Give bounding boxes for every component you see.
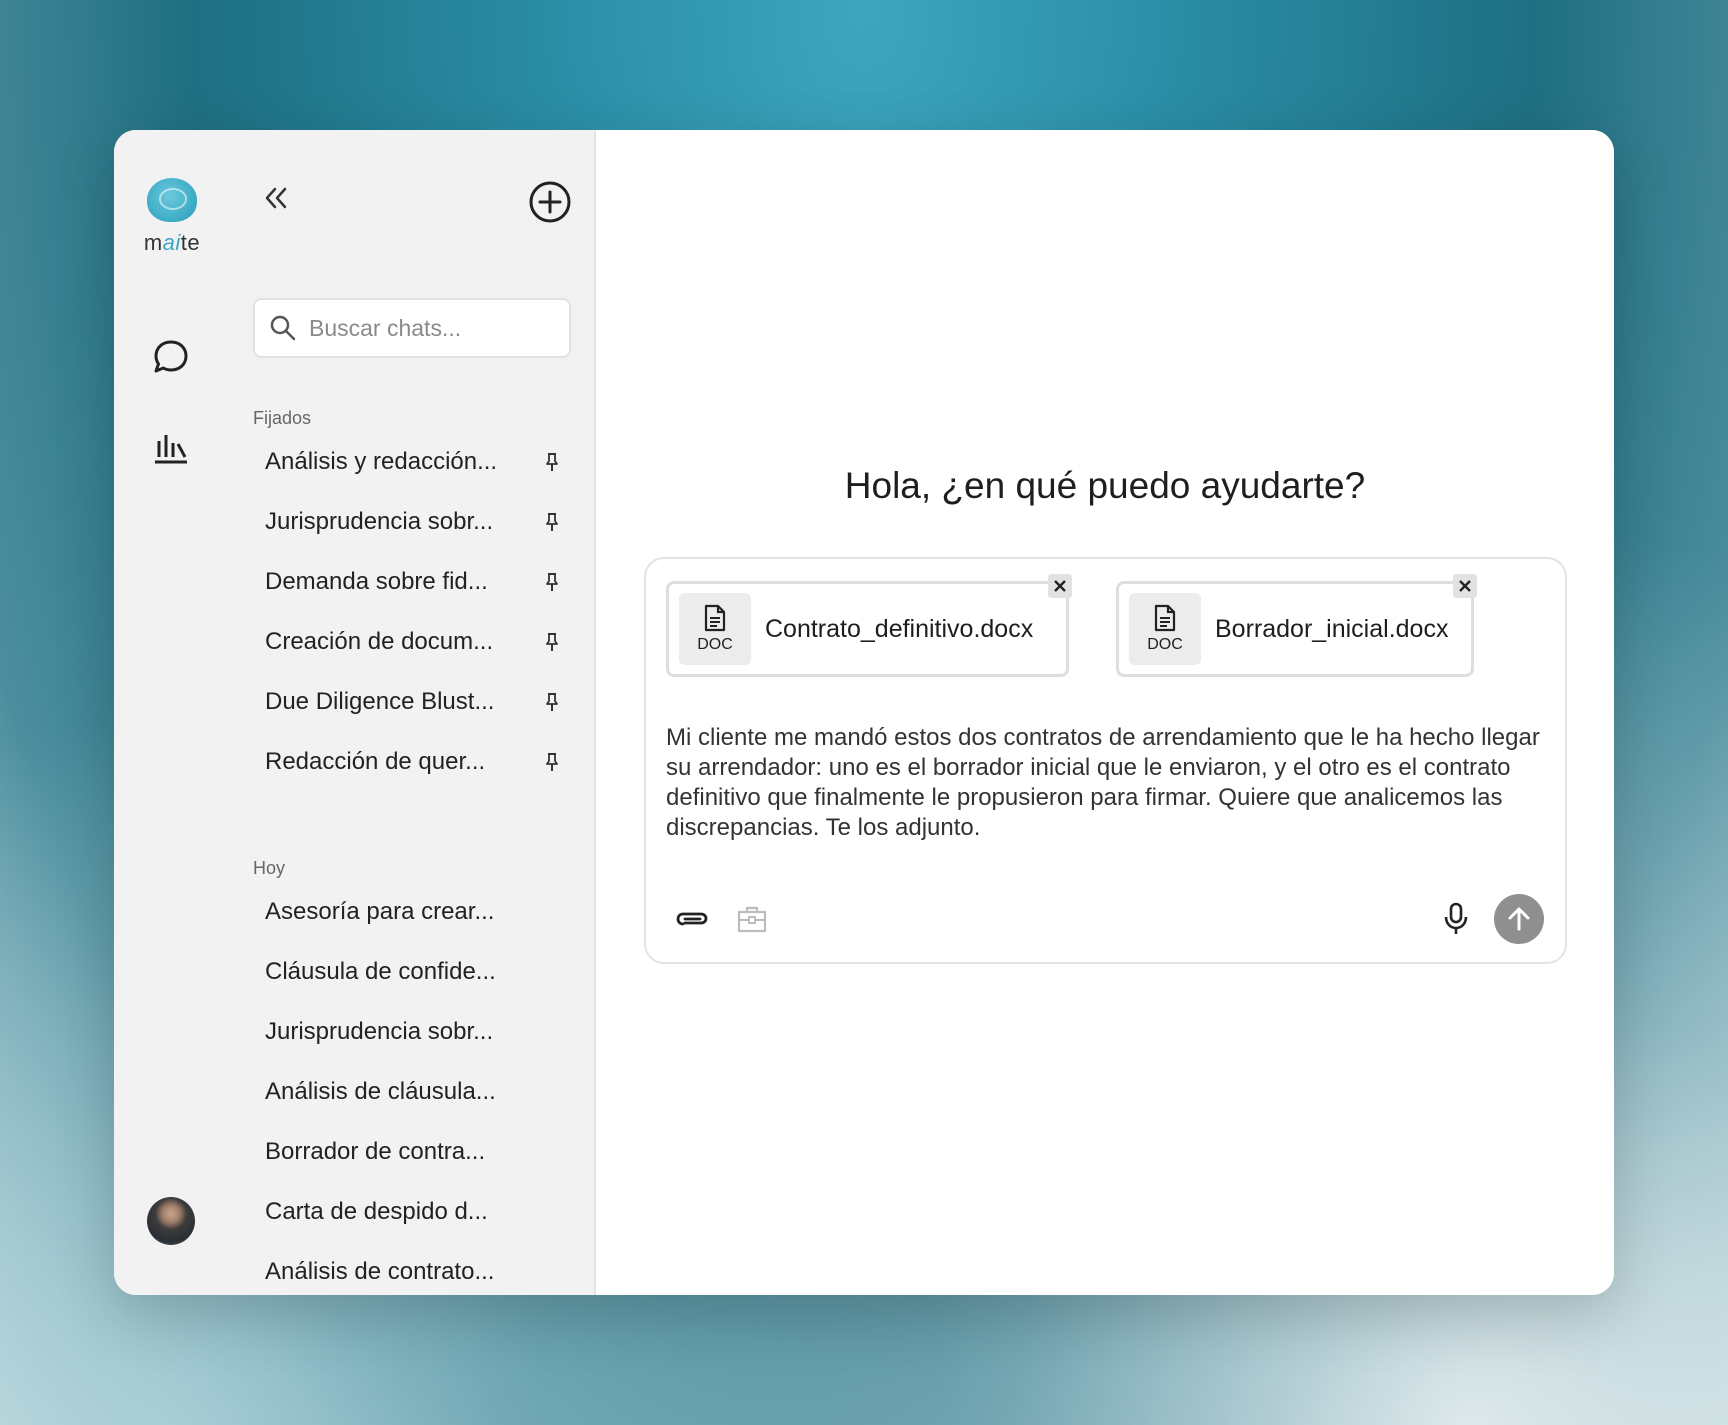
double-chevron-left-icon xyxy=(265,187,287,209)
pin-icon[interactable] xyxy=(541,631,563,653)
chat-bubble-icon[interactable] xyxy=(150,336,192,378)
briefcase-icon xyxy=(737,906,767,933)
chat-item-label: Redacción de quer... xyxy=(265,748,486,775)
brain-logo-icon xyxy=(147,178,197,222)
analytics-icon[interactable] xyxy=(150,426,192,468)
chat-sidebar: Fijados Análisis y redacción... Jurisprud… xyxy=(228,130,596,1295)
remove-attachment-button[interactable] xyxy=(1048,574,1072,598)
chat-item-label: Cláusula de confide... xyxy=(265,958,496,985)
collapse-sidebar-button[interactable] xyxy=(258,180,294,216)
toolbox-button[interactable] xyxy=(732,899,772,939)
pin-icon[interactable] xyxy=(541,451,563,473)
plus-circle-icon xyxy=(529,181,571,223)
main-panel: Hola, ¿en qué puedo ayudarte? DOC Contra… xyxy=(596,130,1614,1295)
close-icon xyxy=(1459,580,1471,592)
chat-item-label: Due Diligence Blust... xyxy=(265,688,495,715)
pinned-chat-item[interactable]: Due Diligence Blust... xyxy=(253,672,573,732)
message-input[interactable]: Mi cliente me mandó estos dos contratos … xyxy=(666,723,1546,843)
paperclip-icon xyxy=(676,912,708,926)
chat-item-label: Análisis de contrato... xyxy=(265,1258,495,1285)
chat-item[interactable]: Carta de despido d... xyxy=(253,1182,573,1242)
doc-badge: DOC xyxy=(1129,593,1201,665)
document-icon xyxy=(704,604,726,632)
chat-item[interactable]: Borrador de contra... xyxy=(253,1122,573,1182)
attachment-filename: Contrato_definitivo.docx xyxy=(765,614,1034,643)
microphone-icon xyxy=(1444,902,1468,934)
pinned-chat-list: Análisis y redacción... Jurisprudencia so… xyxy=(253,432,573,792)
today-section-label: Hoy xyxy=(253,858,286,878)
pinned-section-label: Fijados xyxy=(253,408,312,428)
chat-item-label: Borrador de contra... xyxy=(265,1138,486,1165)
new-chat-button[interactable] xyxy=(528,180,572,224)
pinned-chat-item[interactable]: Demanda sobre fid... xyxy=(253,552,573,612)
chat-item[interactable]: Cláusula de confide... xyxy=(253,942,573,1002)
icon-rail: maite xyxy=(114,130,228,1295)
chat-item-label: Análisis y redacción... xyxy=(265,448,498,475)
today-chat-list: Asesoría para crear... Cláusula de confid… xyxy=(253,882,573,1295)
chat-item[interactable]: Análisis de cláusula... xyxy=(253,1062,573,1122)
attachment-filename: Borrador_inicial.docx xyxy=(1215,614,1449,643)
attachment-chip[interactable]: DOC Borrador_inicial.docx xyxy=(1116,574,1477,677)
app-logo[interactable]: maite xyxy=(142,178,202,256)
document-icon xyxy=(1154,604,1176,632)
arrow-up-icon xyxy=(1508,907,1530,931)
pin-icon[interactable] xyxy=(541,571,563,593)
doc-type-label: DOC xyxy=(1147,636,1183,653)
microphone-button[interactable] xyxy=(1436,899,1476,939)
doc-badge: DOC xyxy=(679,593,751,665)
chat-item-label: Análisis de cláusula... xyxy=(265,1078,496,1105)
pin-icon[interactable] xyxy=(541,511,563,533)
pinned-chat-item[interactable]: Redacción de quer... xyxy=(253,732,573,792)
app-window: maite Buscar chats... Fijados Análisis y… xyxy=(114,130,1614,1295)
chat-item[interactable]: Análisis de contrato... xyxy=(253,1242,573,1295)
user-avatar[interactable] xyxy=(147,1197,195,1245)
pinned-chat-item[interactable]: Creación de docum... xyxy=(253,612,573,672)
send-button[interactable] xyxy=(1494,894,1544,944)
chat-item-label: Carta de despido d... xyxy=(265,1198,488,1225)
search-box xyxy=(253,298,571,358)
remove-attachment-button[interactable] xyxy=(1453,574,1477,598)
chat-item-label: Jurisprudencia sobr... xyxy=(265,508,494,535)
doc-type-label: DOC xyxy=(697,636,733,653)
pinned-chat-item[interactable]: Jurisprudencia sobr... xyxy=(253,492,573,552)
close-icon xyxy=(1054,580,1066,592)
search-input[interactable] xyxy=(309,314,559,342)
attach-file-button[interactable] xyxy=(672,899,712,939)
logo-wordmark: maite xyxy=(143,230,201,255)
chat-item[interactable]: Jurisprudencia sobr... xyxy=(253,1002,573,1062)
chat-item-label: Creación de docum... xyxy=(265,628,494,655)
message-composer: DOC Contrato_definitivo.docx DOC Borrado… xyxy=(644,557,1567,964)
pin-icon[interactable] xyxy=(541,751,563,773)
attachment-chip[interactable]: DOC Contrato_definitivo.docx xyxy=(666,574,1072,677)
greeting-title: Hola, ¿en qué puedo ayudarte? xyxy=(844,465,1366,506)
chat-item[interactable]: Asesoría para crear... xyxy=(253,882,573,942)
pinned-chat-item[interactable]: Análisis y redacción... xyxy=(253,432,573,492)
chat-item-label: Demanda sobre fid... xyxy=(265,568,488,595)
pin-icon[interactable] xyxy=(541,691,563,713)
search-icon xyxy=(270,315,296,341)
chat-item-label: Asesoría para crear... xyxy=(265,898,495,925)
chat-item-label: Jurisprudencia sobr... xyxy=(265,1018,494,1045)
